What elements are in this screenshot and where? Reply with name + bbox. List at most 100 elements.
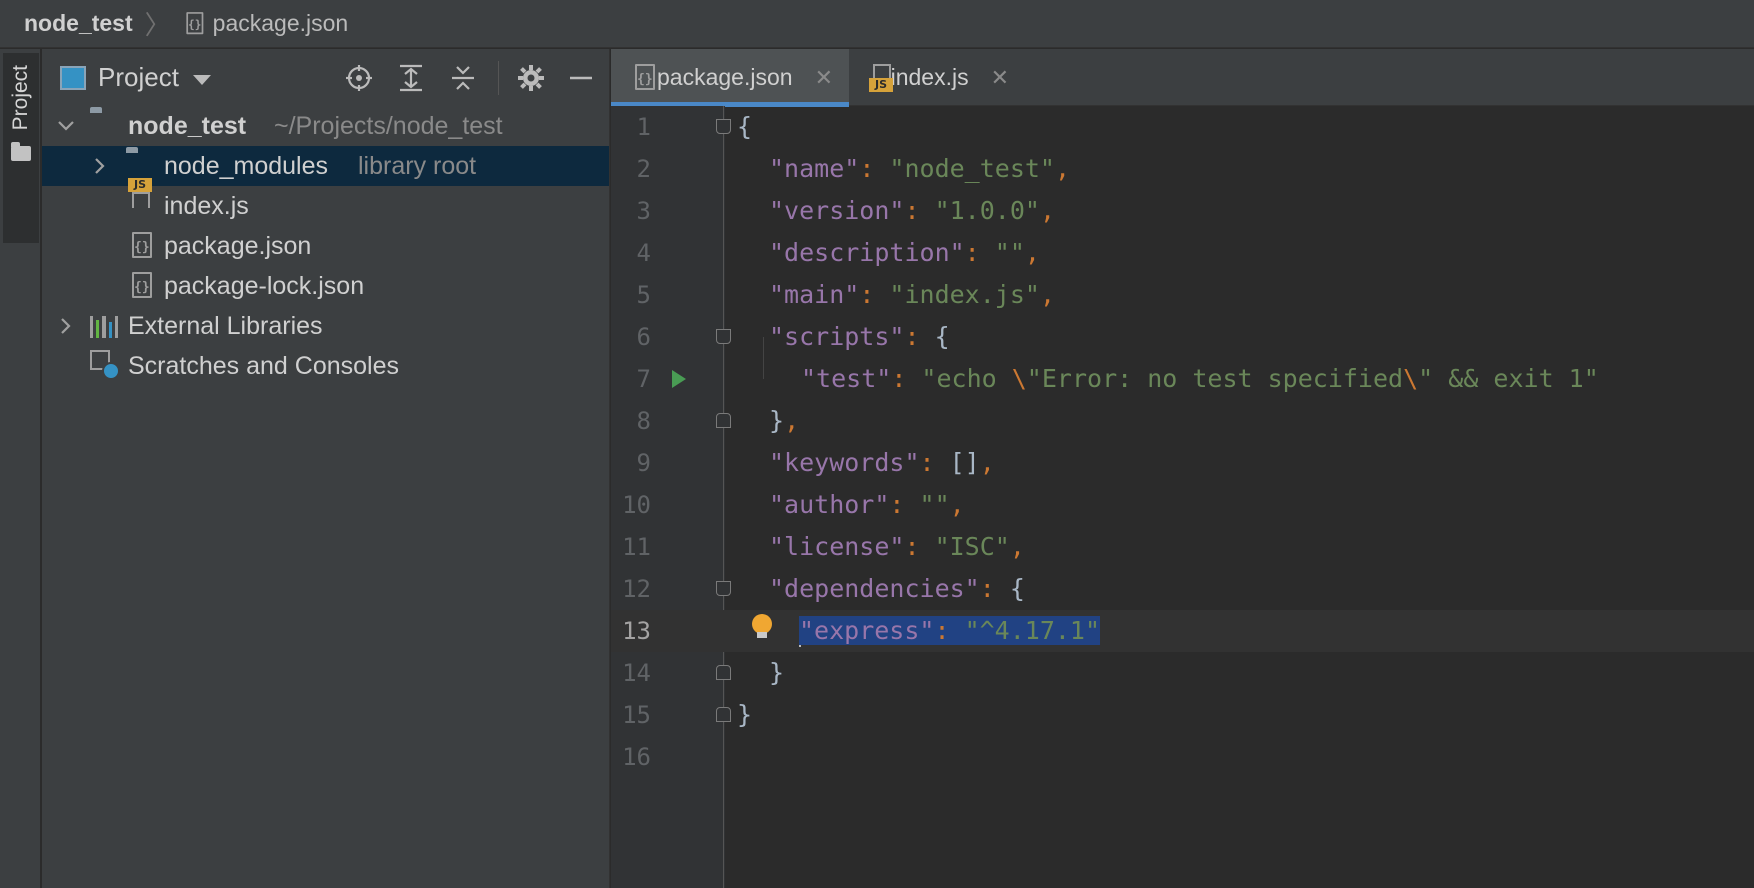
tree-item-node-test[interactable]: node_test ~/Projects/node_test [42, 106, 609, 146]
json-key: "dependencies" [769, 574, 980, 603]
json-value: "1.0.0" [934, 196, 1040, 225]
code-line: "dependencies": { [769, 574, 1025, 603]
breadcrumb-file-label: package.json [212, 10, 349, 36]
libraries-icon [90, 314, 119, 342]
code-line: "description": "", [769, 238, 1040, 267]
folder-icon [11, 142, 31, 162]
line-number-current: 13 [622, 617, 651, 645]
json-key: "author" [769, 490, 890, 519]
code-line: } [737, 700, 753, 729]
lightbulb-icon[interactable] [752, 614, 772, 640]
editor-tabs: {} package.json ✕ JS index.js ✕ [611, 49, 1754, 107]
tab-package-json[interactable]: {} package.json ✕ [611, 49, 849, 107]
project-panel: Project node_test ~/Projects/node_test n… [42, 49, 610, 888]
project-view-selector[interactable]: Project [98, 62, 179, 93]
breadcrumb-separator-icon: 〉 [144, 10, 171, 40]
tab-label: index.js [890, 64, 969, 90]
code-line: }, [769, 406, 800, 435]
line-number: 10 [622, 491, 651, 519]
tree-item-scratches[interactable]: Scratches and Consoles [42, 346, 609, 386]
line-number: 15 [622, 701, 651, 729]
tab-label: package.json [657, 64, 793, 90]
unfold-end-icon[interactable] [716, 707, 731, 722]
chevron-down-icon[interactable] [56, 116, 76, 136]
tool-window-stripe: Project [0, 49, 41, 888]
project-tool-window-button[interactable]: Project [3, 53, 39, 243]
line-number: 11 [622, 533, 651, 561]
breadcrumb-project[interactable]: node_test [24, 10, 133, 37]
code-line: "keywords": [], [769, 448, 995, 477]
code-line: } [769, 658, 785, 687]
tree-item-external-libraries[interactable]: External Libraries [42, 306, 609, 346]
json-value: "ISC" [934, 532, 1010, 561]
unfold-end-icon[interactable] [716, 413, 731, 428]
breadcrumb: node_test 〉 {} package.json [0, 0, 1754, 48]
fold-icon[interactable] [716, 119, 731, 134]
minimize-icon[interactable] [566, 63, 596, 93]
line-number: 6 [636, 323, 651, 351]
json-file-icon: {} [183, 11, 205, 36]
tree-item-label: node_modules [164, 151, 329, 180]
fold-icon[interactable] [716, 329, 731, 344]
chevron-down-icon[interactable] [192, 74, 211, 85]
fold-guide [723, 106, 724, 888]
tree-item-label: package-lock.json [164, 271, 365, 300]
folder-icon [90, 112, 118, 140]
expand-all-icon[interactable] [396, 63, 426, 93]
tree-item-path-hint: ~/Projects/node_test [274, 111, 503, 140]
json-key: "license" [769, 532, 905, 561]
project-view-icon [60, 65, 86, 90]
json-key: "express" [799, 616, 935, 645]
line-number: 1 [636, 113, 651, 141]
close-icon[interactable]: ✕ [815, 65, 833, 91]
tab-index-js[interactable]: JS index.js ✕ [849, 49, 1025, 106]
code-line: "name": "node_test", [769, 154, 1071, 183]
code-editor[interactable]: 1 2 3 4 5 6 7 8 9 10 11 12 13 14 15 16 {… [611, 106, 1754, 888]
line-number: 3 [636, 197, 651, 225]
breadcrumb-file[interactable]: {} package.json [181, 10, 349, 38]
chevron-right-icon[interactable] [90, 156, 110, 176]
line-number: 4 [636, 239, 651, 267]
collapse-all-icon[interactable] [448, 63, 478, 93]
run-icon[interactable] [672, 370, 686, 388]
json-file-icon: {} [631, 63, 655, 92]
line-number: 7 [636, 365, 651, 393]
stripe-label: Project [9, 65, 32, 131]
json-key: "name" [769, 154, 860, 183]
json-file-icon: {} [128, 272, 156, 300]
tree-item-label: Scratches and Consoles [128, 351, 399, 380]
line-number: 12 [622, 575, 651, 603]
header-divider [498, 61, 499, 95]
tree-item-package-lock-json[interactable]: {} package-lock.json [42, 266, 609, 306]
locate-icon[interactable] [344, 63, 374, 93]
chevron-right-icon[interactable] [56, 316, 76, 336]
json-value: Error: no test specified [1041, 364, 1404, 393]
project-panel-header: Project [42, 49, 609, 106]
json-key: "description" [769, 238, 965, 267]
code-line: "version": "1.0.0", [769, 196, 1055, 225]
project-tree: node_test ~/Projects/node_test node_modu… [42, 106, 609, 380]
tree-item-package-json[interactable]: {} package.json [42, 226, 609, 266]
code-line: { [737, 112, 753, 141]
code-line: "author": "", [769, 490, 965, 519]
close-icon[interactable]: ✕ [991, 65, 1009, 91]
line-number: 2 [636, 155, 651, 183]
unfold-end-icon[interactable] [716, 665, 731, 680]
json-key: "scripts" [769, 322, 905, 351]
fold-icon[interactable] [716, 581, 731, 596]
json-key: "main" [769, 280, 860, 309]
tree-item-label: External Libraries [128, 311, 323, 340]
tree-item-index-js[interactable]: JS index.js [42, 178, 609, 226]
json-value: "echo [921, 364, 1012, 393]
code-line: "license": "ISC", [769, 532, 1025, 561]
scratches-icon [90, 350, 120, 380]
json-value: "" [994, 238, 1025, 267]
line-number: 14 [622, 659, 651, 687]
json-value: "index.js" [889, 280, 1040, 309]
tree-item-label: package.json [164, 231, 312, 260]
code-line: "main": "index.js", [769, 280, 1055, 309]
gear-icon[interactable] [516, 63, 546, 93]
json-key: "keywords" [769, 448, 920, 477]
line-number: 16 [622, 743, 651, 771]
json-key: "test" [801, 364, 892, 393]
